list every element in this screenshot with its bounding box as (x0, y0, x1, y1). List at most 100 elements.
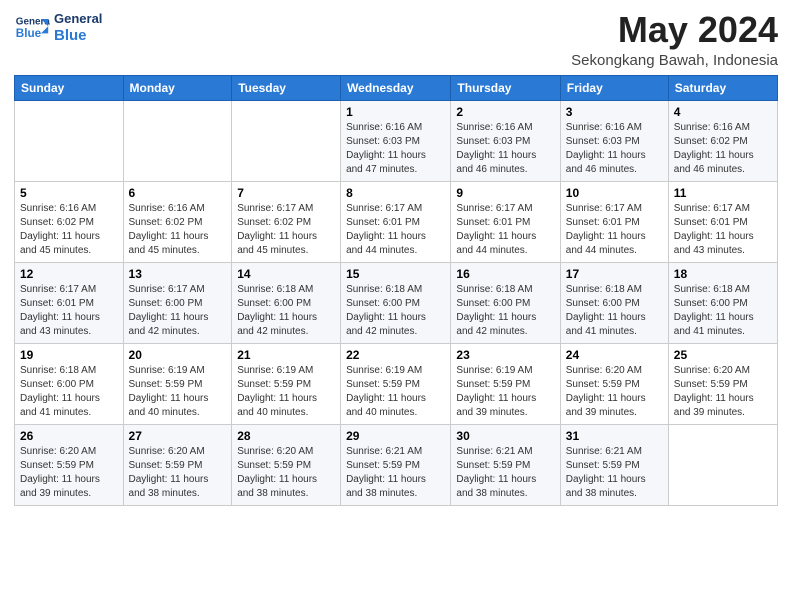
day-info: Sunrise: 6:17 AMSunset: 6:00 PMDaylight:… (129, 283, 227, 339)
col-monday: Monday (123, 75, 232, 100)
day-info: Sunrise: 6:17 AMSunset: 6:01 PMDaylight:… (20, 283, 118, 339)
table-row: 13 Sunrise: 6:17 AMSunset: 6:00 PMDayligh… (123, 262, 232, 343)
calendar-week-1: 1 Sunrise: 6:16 AMSunset: 6:03 PMDaylight… (15, 100, 778, 181)
table-row: 7 Sunrise: 6:17 AMSunset: 6:02 PMDaylight… (232, 181, 341, 262)
day-info: Sunrise: 6:19 AMSunset: 5:59 PMDaylight:… (346, 364, 445, 420)
page: General Blue General Blue May 2024 Sekon… (0, 0, 792, 612)
col-thursday: Thursday (451, 75, 560, 100)
logo-blue-text: Blue (54, 27, 102, 45)
day-number: 15 (346, 267, 445, 281)
day-info: Sunrise: 6:16 AMSunset: 6:03 PMDaylight:… (566, 121, 663, 177)
col-wednesday: Wednesday (341, 75, 451, 100)
calendar-location: Sekongkang Bawah, Indonesia (571, 52, 778, 69)
table-row: 24 Sunrise: 6:20 AMSunset: 5:59 PMDayligh… (560, 343, 668, 424)
day-number: 16 (456, 267, 554, 281)
day-number: 20 (129, 348, 227, 362)
logo: General Blue General Blue (14, 10, 102, 46)
table-row: 8 Sunrise: 6:17 AMSunset: 6:01 PMDaylight… (341, 181, 451, 262)
day-info: Sunrise: 6:16 AMSunset: 6:02 PMDaylight:… (674, 121, 772, 177)
table-row: 12Sunrise: 6:17 AMSunset: 6:01 PMDayligh… (15, 262, 124, 343)
table-row: 17 Sunrise: 6:18 AMSunset: 6:00 PMDayligh… (560, 262, 668, 343)
table-row: 10 Sunrise: 6:17 AMSunset: 6:01 PMDayligh… (560, 181, 668, 262)
day-info: Sunrise: 6:17 AMSunset: 6:02 PMDaylight:… (237, 202, 335, 258)
day-number: 31 (566, 429, 663, 443)
logo-text: General Blue (54, 11, 102, 45)
day-info: Sunrise: 6:19 AMSunset: 5:59 PMDaylight:… (456, 364, 554, 420)
table-row: 18Sunrise: 6:18 AMSunset: 6:00 PMDayligh… (668, 262, 777, 343)
table-row: 15 Sunrise: 6:18 AMSunset: 6:00 PMDayligh… (341, 262, 451, 343)
day-number: 18 (674, 267, 772, 281)
day-info: Sunrise: 6:21 AMSunset: 5:59 PMDaylight:… (566, 445, 663, 501)
day-number: 26 (20, 429, 118, 443)
day-number: 11 (674, 186, 772, 200)
day-number: 9 (456, 186, 554, 200)
table-row: 29Sunrise: 6:21 AMSunset: 5:59 PMDayligh… (341, 424, 451, 505)
table-row (15, 100, 124, 181)
day-info: Sunrise: 6:20 AMSunset: 5:59 PMDaylight:… (674, 364, 772, 420)
day-info: Sunrise: 6:17 AMSunset: 6:01 PMDaylight:… (346, 202, 445, 258)
table-row: 23 Sunrise: 6:19 AMSunset: 5:59 PMDayligh… (451, 343, 560, 424)
day-number: 14 (237, 267, 335, 281)
day-number: 4 (674, 105, 772, 119)
day-number: 7 (237, 186, 335, 200)
day-info: Sunrise: 6:20 AMSunset: 5:59 PMDaylight:… (237, 445, 335, 501)
day-info: Sunrise: 6:18 AMSunset: 6:00 PMDaylight:… (20, 364, 118, 420)
col-tuesday: Tuesday (232, 75, 341, 100)
table-row: 2Sunrise: 6:16 AMSunset: 6:03 PMDaylight… (451, 100, 560, 181)
calendar-table: Sunday Monday Tuesday Wednesday Thursday… (14, 75, 778, 506)
col-saturday: Saturday (668, 75, 777, 100)
table-row (668, 424, 777, 505)
table-row: 31 Sunrise: 6:21 AMSunset: 5:59 PMDayligh… (560, 424, 668, 505)
day-info: Sunrise: 6:20 AMSunset: 5:59 PMDaylight:… (566, 364, 663, 420)
table-row: 14Sunrise: 6:18 AMSunset: 6:00 PMDayligh… (232, 262, 341, 343)
table-row: 26Sunrise: 6:20 AMSunset: 5:59 PMDayligh… (15, 424, 124, 505)
table-row: 16Sunrise: 6:18 AMSunset: 6:00 PMDayligh… (451, 262, 560, 343)
day-info: Sunrise: 6:21 AMSunset: 5:59 PMDaylight:… (456, 445, 554, 501)
table-row: 5 Sunrise: 6:16 AMSunset: 6:02 PMDaylight… (15, 181, 124, 262)
day-info: Sunrise: 6:17 AMSunset: 6:01 PMDaylight:… (674, 202, 772, 258)
day-info: Sunrise: 6:19 AMSunset: 5:59 PMDaylight:… (129, 364, 227, 420)
table-row: 1 Sunrise: 6:16 AMSunset: 6:03 PMDaylight… (341, 100, 451, 181)
header: General Blue General Blue May 2024 Sekon… (14, 10, 778, 69)
day-number: 17 (566, 267, 663, 281)
day-number: 19 (20, 348, 118, 362)
table-row (232, 100, 341, 181)
day-number: 3 (566, 105, 663, 119)
day-number: 8 (346, 186, 445, 200)
day-info: Sunrise: 6:18 AMSunset: 6:00 PMDaylight:… (566, 283, 663, 339)
header-row: Sunday Monday Tuesday Wednesday Thursday… (15, 75, 778, 100)
day-number: 2 (456, 105, 554, 119)
table-row: 6Sunrise: 6:16 AMSunset: 6:02 PMDaylight… (123, 181, 232, 262)
calendar-title: May 2024 (571, 10, 778, 50)
day-info: Sunrise: 6:16 AMSunset: 6:02 PMDaylight:… (129, 202, 227, 258)
logo-icon: General Blue (14, 10, 50, 46)
day-number: 13 (129, 267, 227, 281)
calendar-week-5: 26 Sunrise: 6:20 AMSunset: 5:59 PMDayligh… (15, 424, 778, 505)
table-row: 4 Sunrise: 6:16 AMSunset: 6:02 PMDaylight… (668, 100, 777, 181)
logo-general-text: General (54, 11, 102, 27)
table-row: 9 Sunrise: 6:17 AMSunset: 6:01 PMDaylight… (451, 181, 560, 262)
day-info: Sunrise: 6:20 AMSunset: 5:59 PMDaylight:… (129, 445, 227, 501)
table-row: 27Sunrise: 6:20 AMSunset: 5:59 PMDayligh… (123, 424, 232, 505)
table-row: 28 Sunrise: 6:20 AMSunset: 5:59 PMDayligh… (232, 424, 341, 505)
day-number: 1 (346, 105, 445, 119)
day-info: Sunrise: 6:17 AMSunset: 6:01 PMDaylight:… (456, 202, 554, 258)
day-number: 5 (20, 186, 118, 200)
day-info: Sunrise: 6:16 AMSunset: 6:03 PMDaylight:… (346, 121, 445, 177)
calendar-week-2: 5 Sunrise: 6:16 AMSunset: 6:02 PMDaylight… (15, 181, 778, 262)
day-info: Sunrise: 6:16 AMSunset: 6:02 PMDaylight:… (20, 202, 118, 258)
day-number: 24 (566, 348, 663, 362)
table-row: 20 Sunrise: 6:19 AMSunset: 5:59 PMDayligh… (123, 343, 232, 424)
day-info: Sunrise: 6:18 AMSunset: 6:00 PMDaylight:… (346, 283, 445, 339)
day-number: 23 (456, 348, 554, 362)
table-row: 19 Sunrise: 6:18 AMSunset: 6:00 PMDayligh… (15, 343, 124, 424)
col-sunday: Sunday (15, 75, 124, 100)
day-number: 25 (674, 348, 772, 362)
day-info: Sunrise: 6:17 AMSunset: 6:01 PMDaylight:… (566, 202, 663, 258)
calendar-week-3: 12Sunrise: 6:17 AMSunset: 6:01 PMDayligh… (15, 262, 778, 343)
day-number: 10 (566, 186, 663, 200)
table-row: 11 Sunrise: 6:17 AMSunset: 6:01 PMDayligh… (668, 181, 777, 262)
title-block: May 2024 Sekongkang Bawah, Indonesia (571, 10, 778, 69)
day-number: 28 (237, 429, 335, 443)
table-row: 22Sunrise: 6:19 AMSunset: 5:59 PMDayligh… (341, 343, 451, 424)
